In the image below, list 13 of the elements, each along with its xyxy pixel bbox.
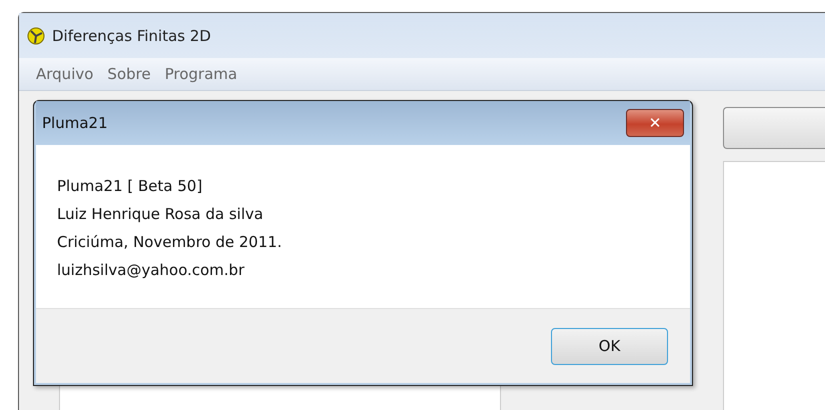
- ok-button[interactable]: OK: [551, 328, 668, 364]
- dialog-title: Pluma21: [42, 114, 108, 132]
- info-text: Pluma21 [ Beta 50]: [57, 176, 204, 197]
- menu-item[interactable]: Programa: [164, 65, 238, 83]
- info-text: Criciúma, Novembro de 2011.: [57, 232, 283, 253]
- close-button[interactable]: ✕: [626, 109, 684, 137]
- app-icon: [27, 26, 45, 44]
- info-text: Luiz Henrique Rosa da silva: [57, 204, 264, 225]
- button[interactable]: [723, 107, 825, 149]
- menu-item[interactable]: Sobre: [107, 65, 151, 83]
- info-text: luizhsilva@yahoo.com.br: [57, 260, 246, 281]
- menu-item[interactable]: Arquivo: [36, 65, 94, 83]
- window-title: Diferenças Finitas 2D: [52, 26, 211, 44]
